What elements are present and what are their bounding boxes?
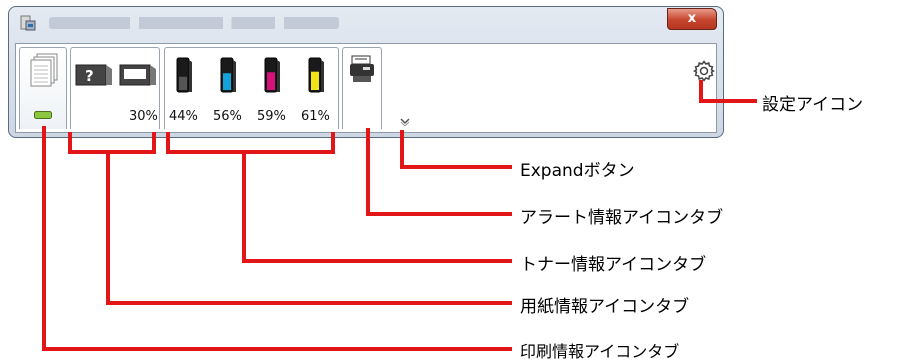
callout-line-alert-v [366, 128, 370, 216]
printer-app-icon [20, 15, 36, 31]
paper-tray-icon [119, 64, 156, 86]
printer-alert-icon [350, 55, 374, 82]
callout-line-print-v [42, 126, 46, 351]
toner-cartridge-magenta-icon [264, 57, 280, 93]
status-led-icon [34, 111, 52, 119]
toner-level-text: 59% [257, 109, 286, 124]
callout-bracket-paper-l [68, 132, 72, 154]
toner-cartridge-black-icon [176, 57, 192, 93]
toner-level-text: 44% [169, 109, 198, 124]
unknown-paper-icon: ? [75, 64, 112, 86]
label-settings-icon: 設定アイコン [762, 95, 864, 115]
toner-cartridge-yellow-icon [308, 57, 324, 93]
label-print-tab: 印刷情報アイコンタブ [520, 342, 680, 361]
callout-line-settings-h [699, 99, 757, 103]
tab-paper-info[interactable]: ? 30% [70, 47, 160, 129]
callout-line-print-h [42, 347, 512, 351]
label-toner-tab: トナー情報アイコンタブ [520, 255, 707, 275]
callout-line-toner-v [242, 150, 246, 263]
callout-line-expand-h [400, 165, 512, 169]
callout-bracket-paper-r [152, 132, 156, 154]
expand-chevron-icon[interactable] [400, 118, 410, 126]
callout-line-toner-h [242, 259, 512, 263]
label-expand-button: Expandボタン [520, 161, 635, 181]
label-paper-tab: 用紙情報アイコンタブ [520, 297, 690, 317]
paper-stack-icon [30, 53, 58, 87]
title-bar[interactable]: x [9, 7, 723, 41]
callout-line-paper-v [106, 150, 110, 305]
svg-text:?: ? [85, 67, 94, 85]
close-button[interactable]: x [667, 8, 717, 30]
callout-bracket-toner-l [166, 132, 170, 154]
status-monitor-window: x ? 30% 44% 56% 59% 61% [8, 6, 724, 138]
paper-level-text: 30% [129, 109, 158, 124]
callout-bracket-toner-h [166, 150, 335, 154]
window-title-blurred [49, 17, 339, 29]
tab-print-info[interactable] [19, 47, 67, 129]
tab-toner-info[interactable]: 44% 56% 59% 61% [164, 47, 339, 129]
callout-line-expand-v [400, 130, 404, 169]
gear-icon[interactable] [693, 60, 715, 82]
toner-level-text: 56% [213, 109, 242, 124]
label-alert-tab: アラート情報アイコンタブ [520, 208, 724, 228]
toner-cartridge-cyan-icon [220, 57, 236, 93]
callout-line-paper-h [106, 301, 512, 305]
callout-bracket-paper-h [68, 150, 156, 154]
callout-bracket-toner-r [331, 132, 335, 154]
tab-alert-info[interactable] [342, 47, 382, 129]
status-panel: ? 30% 44% 56% 59% 61% [15, 43, 717, 133]
callout-line-alert-h [366, 212, 512, 216]
toner-level-text: 61% [301, 109, 330, 124]
